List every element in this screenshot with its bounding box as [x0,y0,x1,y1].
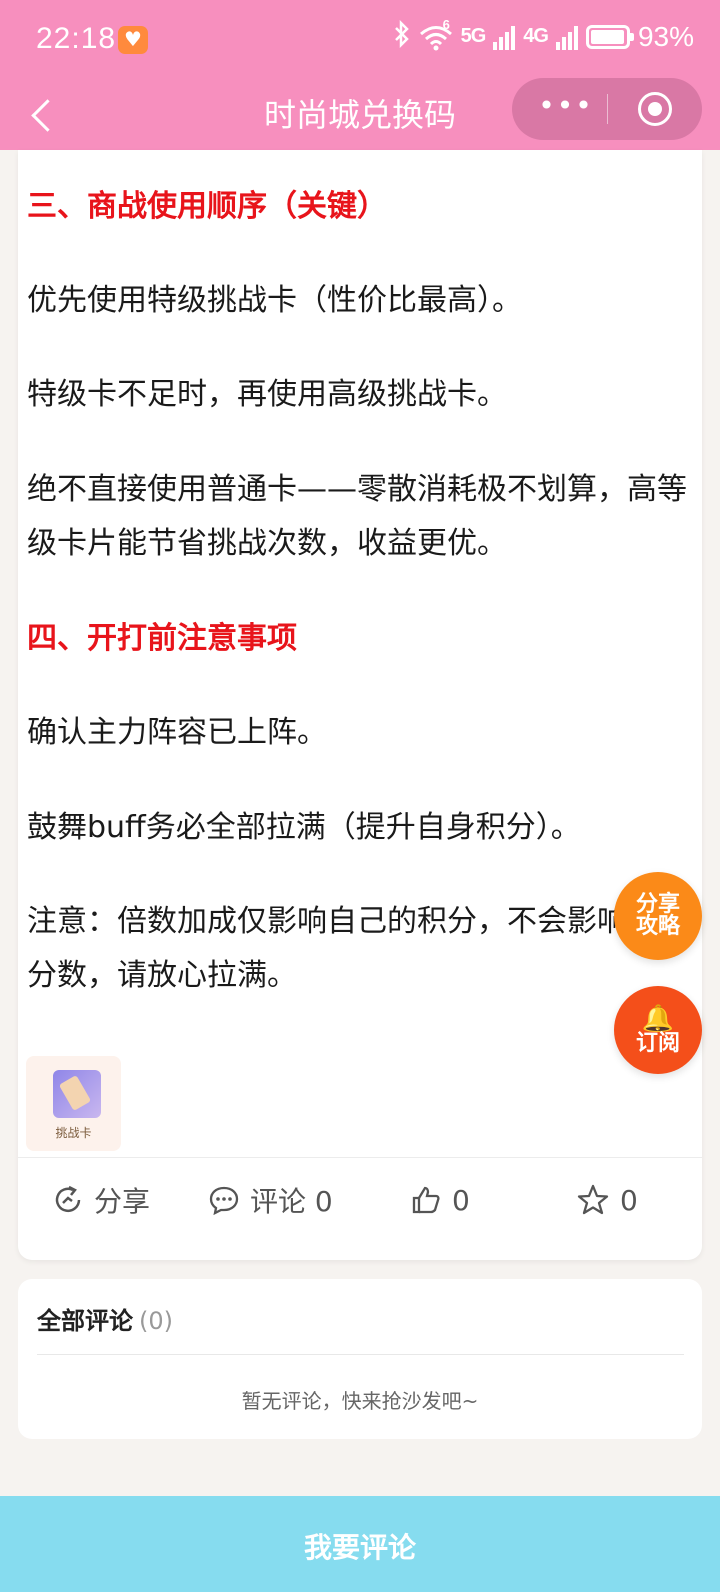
subscribe-button[interactable]: 🔔 订阅 [614,986,702,1074]
favorite-count: 0 [620,1183,638,1217]
status-time: 22:18 [36,22,117,55]
thumbnail-label: 挑战卡 [55,1126,92,1140]
signal-bars-icon [493,24,516,50]
close-miniprogram-icon[interactable] [638,92,672,126]
comments-count: (0) [139,1307,173,1335]
share-guide-label-1: 分享 [635,892,680,917]
like-button[interactable]: 0 [410,1180,470,1220]
article-paragraph: 优先使用特级挑战卡（性价比最高）。 [27,283,522,318]
subscribe-label: 订阅 [635,1031,680,1056]
app-notification-icon [118,26,148,54]
status-icons: 6 5G 4G 93% [393,17,694,53]
signal-5g-label: 5G [460,25,487,47]
wifi-icon: 6 [419,17,453,51]
write-comment-button[interactable]: 我要评论 [0,1496,720,1592]
battery-percent: 93% [637,20,694,52]
section-heading: 四、开打前注意事项 [27,621,297,656]
action-bar: 分享 评论 0 0 0 [18,1158,702,1244]
miniprogram-capsule: ••• [512,78,702,140]
comments-card: 全部评论 (0) 暂无评论，快来抢沙发吧~ [18,1279,702,1439]
comments-title: 全部评论 [37,1307,133,1335]
signal-bars-icon [555,24,578,50]
section-heading: 三、商战使用顺序（关键） [27,189,387,224]
share-icon [55,1185,81,1213]
like-count: 0 [452,1183,470,1217]
nav-bar: 时尚城兑换码 ••• [0,78,720,150]
battery-icon [585,24,634,49]
divider [37,1354,684,1355]
signal-4g-label: 4G [523,25,549,47]
capsule-divider [607,94,608,124]
article-card: 三、商战使用顺序（关键） 优先使用特级挑战卡（性价比最高）。 特级卡不足时，再使… [18,150,702,1260]
article-paragraph: 特级卡不足时，再使用高级挑战卡。 [27,377,507,412]
comment-icon [209,1186,239,1216]
star-icon [577,1184,609,1215]
empty-comments-text: 暂无评论，快来抢沙发吧~ [241,1389,479,1413]
favorite-button[interactable]: 0 [576,1180,638,1220]
bluetooth-icon [393,19,411,53]
comment-label: 评论 0 [250,1185,333,1218]
more-icon[interactable]: ••• [538,92,594,120]
bell-icon: 🔔 [641,1004,675,1034]
status-bar: 22:18 6 5G 4G 93% [0,0,720,80]
article-paragraph: 确认主力阵容已上阵。 [27,715,327,750]
article-paragraph: 鼓舞buff务必全部拉满（提升自身积分）。 [27,810,581,845]
challenge-card-image[interactable]: 挑战卡 [26,1056,121,1151]
wifi-label: 6 [442,16,450,32]
article-paragraph: 绝不直接使用普通卡——零散消耗极不划算，高等级卡片能节省挑战次数，收益更优。 [27,472,687,561]
share-label: 分享 [94,1185,151,1218]
thumbs-up-icon [412,1186,440,1214]
share-guide-label-2: 攻略 [635,914,680,939]
share-button[interactable]: 分享 [52,1180,150,1220]
ticket-icon [53,1070,101,1118]
share-guide-button[interactable]: 分享 攻略 [614,872,702,960]
comment-button[interactable]: 评论 0 [208,1180,333,1220]
write-comment-label: 我要评论 [303,1531,416,1564]
comments-header: 全部评论 (0) [37,1301,173,1336]
article-paragraph: 注意：倍数加成仅影响自己的积分，不会影响对手分数，请放心拉满。 [27,904,687,993]
